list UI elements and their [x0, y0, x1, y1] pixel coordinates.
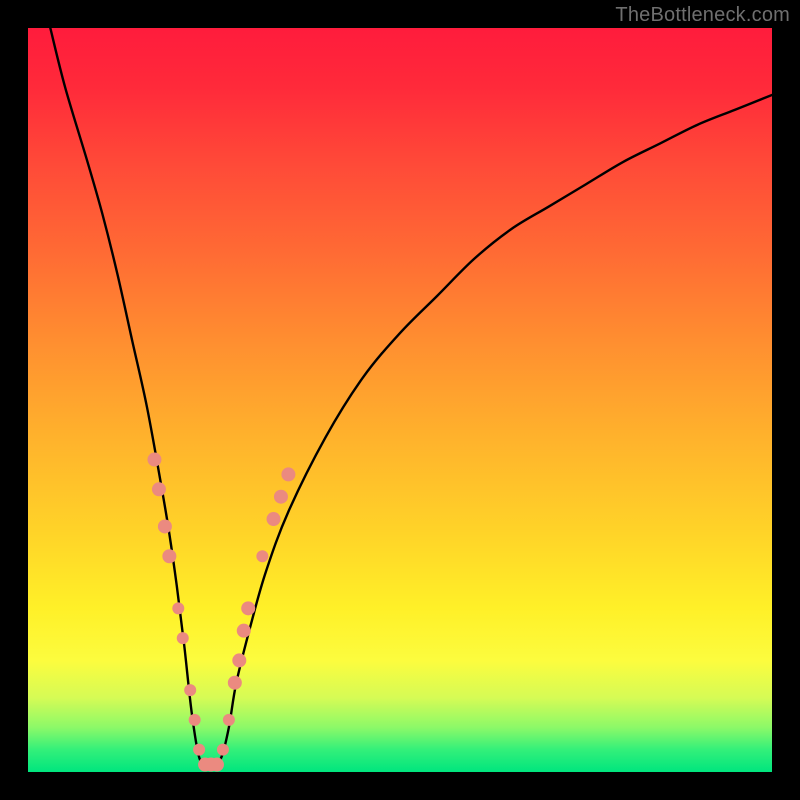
curve-marker — [162, 549, 176, 563]
curve-marker — [189, 714, 201, 726]
curve-marker — [158, 519, 172, 533]
curve-marker — [210, 758, 224, 772]
chart-frame: TheBottleneck.com — [0, 0, 800, 800]
curve-marker — [228, 676, 242, 690]
curve-marker — [281, 467, 295, 481]
curve-marker — [172, 602, 184, 614]
curve-marker — [193, 744, 205, 756]
curve-marker — [274, 490, 288, 504]
curve-marker — [147, 453, 161, 467]
bottleneck-curve — [50, 28, 772, 765]
curve-marker — [217, 744, 229, 756]
watermark-text: TheBottleneck.com — [615, 4, 790, 27]
curve-marker — [184, 684, 196, 696]
curve-marker — [223, 714, 235, 726]
curve-markers — [147, 453, 295, 772]
curve-marker — [177, 632, 189, 644]
plot-area — [28, 28, 772, 772]
curve-marker — [237, 624, 251, 638]
curve-marker — [256, 550, 268, 562]
curve-marker — [267, 512, 281, 526]
curve-marker — [241, 601, 255, 615]
curve-svg — [28, 28, 772, 772]
curve-marker — [152, 482, 166, 496]
curve-marker — [232, 653, 246, 667]
